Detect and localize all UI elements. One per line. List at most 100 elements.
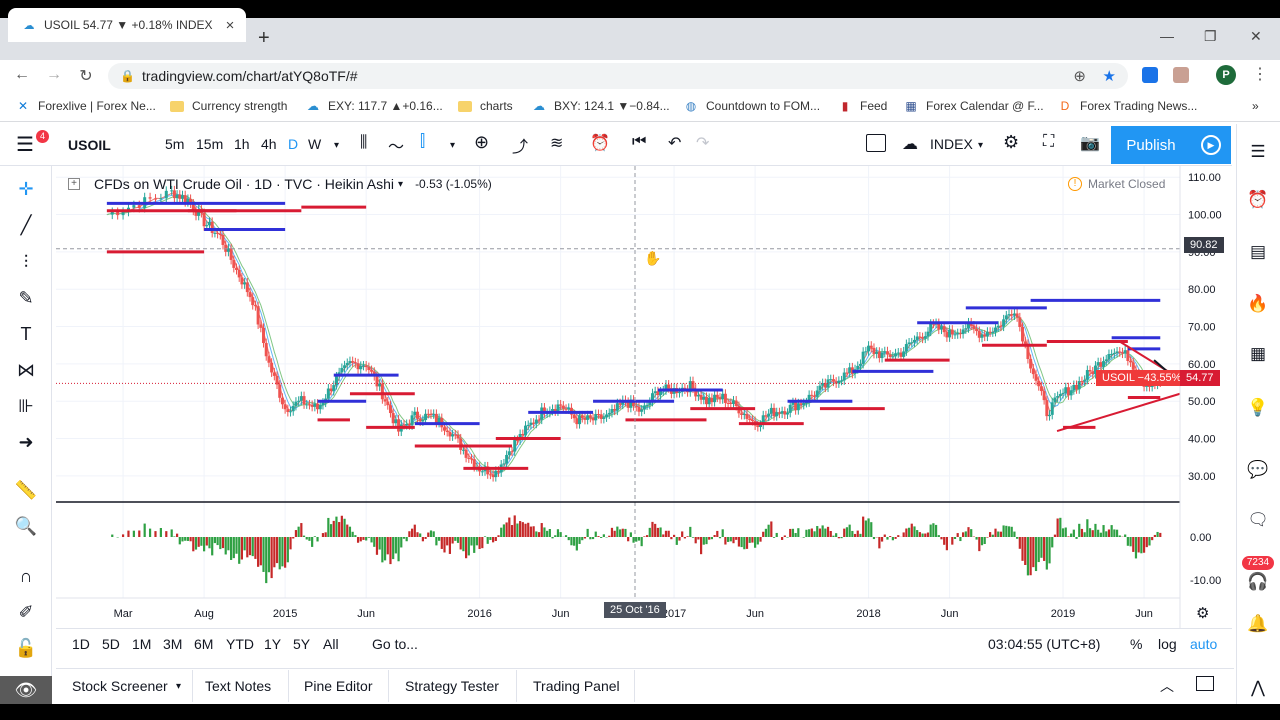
layout-icon[interactable]	[866, 134, 886, 152]
hide-drawings-button[interactable]: 👁	[0, 676, 52, 704]
text-tool-icon[interactable]: T	[14, 322, 38, 346]
order-panel-icon[interactable]: ⋀	[1246, 676, 1270, 700]
timeframe-5d[interactable]: 5D	[102, 636, 120, 652]
bookmark-item[interactable]: ▦ Forex Calendar @ F...	[904, 99, 1043, 113]
timeframe-ytd[interactable]: YTD	[226, 636, 254, 652]
legend-dropdown-icon[interactable]: ▾	[398, 179, 403, 190]
interval-4h[interactable]: 4h	[261, 136, 277, 152]
pattern-icon[interactable]: ⋈	[14, 358, 38, 382]
play-button[interactable]: ▶	[1191, 126, 1231, 164]
index-dropdown-icon[interactable]: ▾	[978, 140, 983, 151]
hotlists-icon[interactable]: 🔥	[1246, 292, 1270, 316]
ideas-bulb-icon[interactable]: 💡	[1246, 396, 1270, 420]
redo-icon[interactable]: ↷	[696, 133, 709, 153]
compare-icon[interactable]: ⊕	[474, 132, 489, 153]
symbol-search[interactable]: USOIL	[68, 137, 111, 153]
settings-gear-icon[interactable]: ⚙	[1003, 132, 1019, 153]
timeframe-1m[interactable]: 1M	[132, 636, 151, 652]
bookmark-item[interactable]: ▮ Feed	[838, 99, 888, 113]
timeframe-all[interactable]: All	[323, 636, 339, 652]
data-window-icon[interactable]: ▤	[1246, 240, 1270, 264]
maximize-panel-icon[interactable]	[1196, 676, 1214, 691]
url-field[interactable]: 🔒 tradingview.com/chart/atYQ8oTF/# ⊕ ★	[108, 63, 1128, 89]
bookmark-item[interactable]: charts	[458, 99, 513, 113]
bookmark-item[interactable]: D Forex Trading News...	[1058, 99, 1198, 113]
interval-w[interactable]: W	[308, 136, 321, 152]
arrow-icon[interactable]: ➜	[14, 430, 38, 454]
replay-icon[interactable]: ⏮	[632, 133, 646, 151]
fib-icon[interactable]: ⫶	[14, 250, 38, 274]
more-bookmarks-icon[interactable]: »	[1252, 99, 1259, 113]
expand-legend-icon[interactable]: +	[68, 178, 80, 190]
timeframe-3m[interactable]: 3M	[163, 636, 182, 652]
interval-1h[interactable]: 1h	[234, 136, 250, 152]
undo-icon[interactable]: ↶	[668, 133, 681, 153]
timeframe-6m[interactable]: 6M	[194, 636, 213, 652]
pdf-extension-icon[interactable]	[1173, 67, 1189, 83]
calendar-icon[interactable]: ▦	[1246, 342, 1270, 366]
zoom-icon[interactable]: 🔍	[14, 514, 38, 538]
timeframe-1d[interactable]: 1D	[72, 636, 90, 652]
bookmark-item[interactable]: ✕ Forexlive | Forex Ne...	[16, 99, 156, 113]
timeframe-1y[interactable]: 1Y	[264, 636, 281, 652]
screener-dropdown-icon[interactable]: ▾	[176, 681, 181, 692]
bookmark-star-icon[interactable]: ★	[1103, 67, 1116, 85]
new-tab-icon[interactable]: +	[258, 28, 270, 48]
crosshair-icon[interactable]: ✛	[14, 177, 38, 201]
ruler-icon[interactable]: 📏	[14, 478, 38, 502]
lock-drawings-icon[interactable]: ✐	[14, 600, 38, 624]
notifications-bell-icon[interactable]: 🔔	[1246, 612, 1270, 636]
fullscreen-icon[interactable]: ⛶	[1043, 133, 1054, 151]
publish-button[interactable]: Publish	[1111, 126, 1191, 164]
line-chart-icon[interactable]: 〜	[388, 133, 404, 157]
hamburger-menu-icon[interactable]: ☰	[16, 132, 34, 157]
alert-icon[interactable]: ⏰	[590, 133, 610, 153]
chart-pane[interactable]: 110.00100.0090.0080.0070.0060.0050.0040.…	[56, 166, 1234, 628]
interval-5m[interactable]: 5m	[165, 136, 184, 152]
log-scale-toggle[interactable]: log	[1158, 636, 1177, 652]
chats-icon[interactable]: 💬	[1246, 458, 1270, 482]
forward-icon[interactable]: →	[44, 66, 64, 84]
tab-pine-editor[interactable]: Pine Editor	[304, 678, 372, 694]
timeframe-5y[interactable]: 5Y	[293, 636, 310, 652]
trendline-icon[interactable]: ╱	[14, 213, 38, 237]
magnet-icon[interactable]: ∩	[14, 564, 38, 588]
collapse-panel-icon[interactable]: ︿	[1160, 676, 1174, 696]
add-icon[interactable]: ⊕	[1073, 67, 1086, 85]
tab-trading-panel[interactable]: Trading Panel	[533, 678, 620, 694]
messages-icon[interactable]: 🗨	[1246, 508, 1270, 532]
extension-icon[interactable]	[1142, 67, 1158, 83]
minimize-icon[interactable]: —	[1160, 28, 1174, 44]
browser-tab[interactable]: ☁ USOIL 54.77 ▼ +0.18% INDEX ×	[8, 8, 246, 42]
bars-chart-icon[interactable]: ⫼	[360, 134, 367, 152]
scale-settings-icon[interactable]: ⚙	[1196, 604, 1209, 622]
close-window-icon[interactable]: ✕	[1250, 28, 1262, 45]
tab-stock-screener[interactable]: Stock Screener	[72, 678, 168, 694]
watchlist-icon[interactable]: ☰	[1246, 140, 1270, 164]
browser-menu-icon[interactable]: ⋮	[1252, 64, 1268, 84]
profile-avatar[interactable]: P	[1216, 65, 1236, 85]
tab-strategy-tester[interactable]: Strategy Tester	[405, 678, 499, 694]
price-chart[interactable]: 110.00100.0090.0080.0070.0060.0050.0040.…	[56, 166, 1234, 628]
auto-scale-toggle[interactable]: auto	[1190, 636, 1217, 652]
bookmark-item[interactable]: ☁ EXY: 117.7 ▲+0.16...	[306, 99, 443, 113]
cloud-icon[interactable]: ☁	[902, 134, 918, 154]
back-icon[interactable]: ←	[12, 66, 32, 84]
prediction-icon[interactable]: ⊪	[14, 394, 38, 418]
tab-text-notes[interactable]: Text Notes	[205, 678, 271, 694]
percent-scale-toggle[interactable]: %	[1130, 636, 1142, 652]
close-tab-icon[interactable]: ×	[220, 17, 240, 34]
legend-title[interactable]: CFDs on WTI Crude Oil · 1D · TVC · Heiki…	[94, 176, 394, 192]
interval-dropdown-icon[interactable]: ▾	[334, 140, 339, 151]
brush-icon[interactable]: ✎	[14, 286, 38, 310]
camera-icon[interactable]: 📷	[1080, 133, 1100, 153]
bookmark-item[interactable]: ☁ BXY: 124.1 ▼−0.84...	[532, 99, 670, 113]
alerts-clock-icon[interactable]: ⏰	[1246, 188, 1270, 212]
lock-icon[interactable]: 🔓	[14, 636, 38, 660]
indicators-icon[interactable]: ⤴	[512, 133, 528, 157]
reload-icon[interactable]: ↻	[76, 66, 96, 86]
chart-type-dropdown-icon[interactable]: ▾	[450, 140, 455, 151]
streams-icon[interactable]: 🎧	[1246, 570, 1270, 594]
interval-d[interactable]: D	[288, 136, 298, 152]
bookmark-item[interactable]: Currency strength	[170, 99, 287, 113]
